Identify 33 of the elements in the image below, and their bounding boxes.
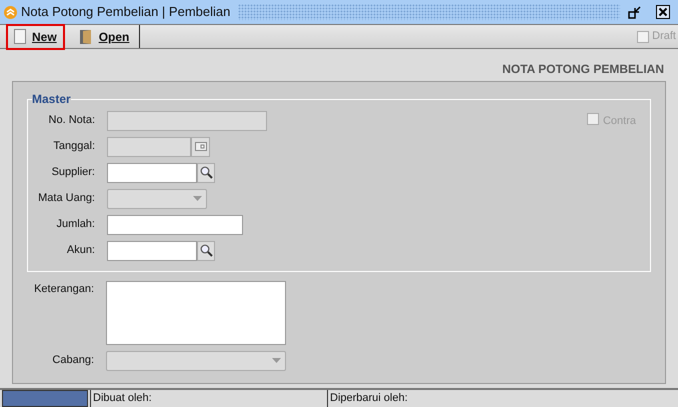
door-icon [78,28,93,44]
field-label: Mata Uang: [37,191,95,206]
field-label: No. Nota: [48,113,95,128]
dropdown-arrow-icon [193,196,202,201]
restore-icon[interactable] [628,5,642,19]
status-text: Diperbarui oleh: [330,391,408,406]
document-icon [14,29,26,44]
text-area[interactable] [106,280,286,344]
lookup-field[interactable] [107,240,197,260]
text-field[interactable] [107,214,243,234]
close-icon[interactable] [656,5,670,19]
field-label: Jumlah: [55,217,95,232]
window-title: Nota Potong Pembelian | Pembelian [21,3,232,22]
status-text: Dibuat oleh: [93,391,152,406]
open-button[interactable]: Open [74,26,134,48]
calendar-icon [194,142,206,151]
new-button[interactable]: New [8,26,63,48]
app-icon [4,6,17,18]
field-label: Supplier: [50,165,95,180]
calendar-button[interactable] [191,136,210,156]
section-title: Master [32,92,71,106]
search-icon [200,166,212,179]
field-label: Akun: [66,243,95,258]
field-label: Keterangan: [33,282,94,296]
form-heading: NOTA POTONG PEMBELIAN [502,61,664,78]
field-label: Cabang: [51,353,94,368]
lookup-field[interactable] [107,162,197,182]
search-icon [200,244,212,257]
dropdown-arrow-icon [272,358,281,363]
field-label: Tanggal: [52,139,95,154]
search-button[interactable] [197,162,215,182]
title-bar-grip[interactable] [238,4,620,20]
search-button[interactable] [197,240,215,260]
